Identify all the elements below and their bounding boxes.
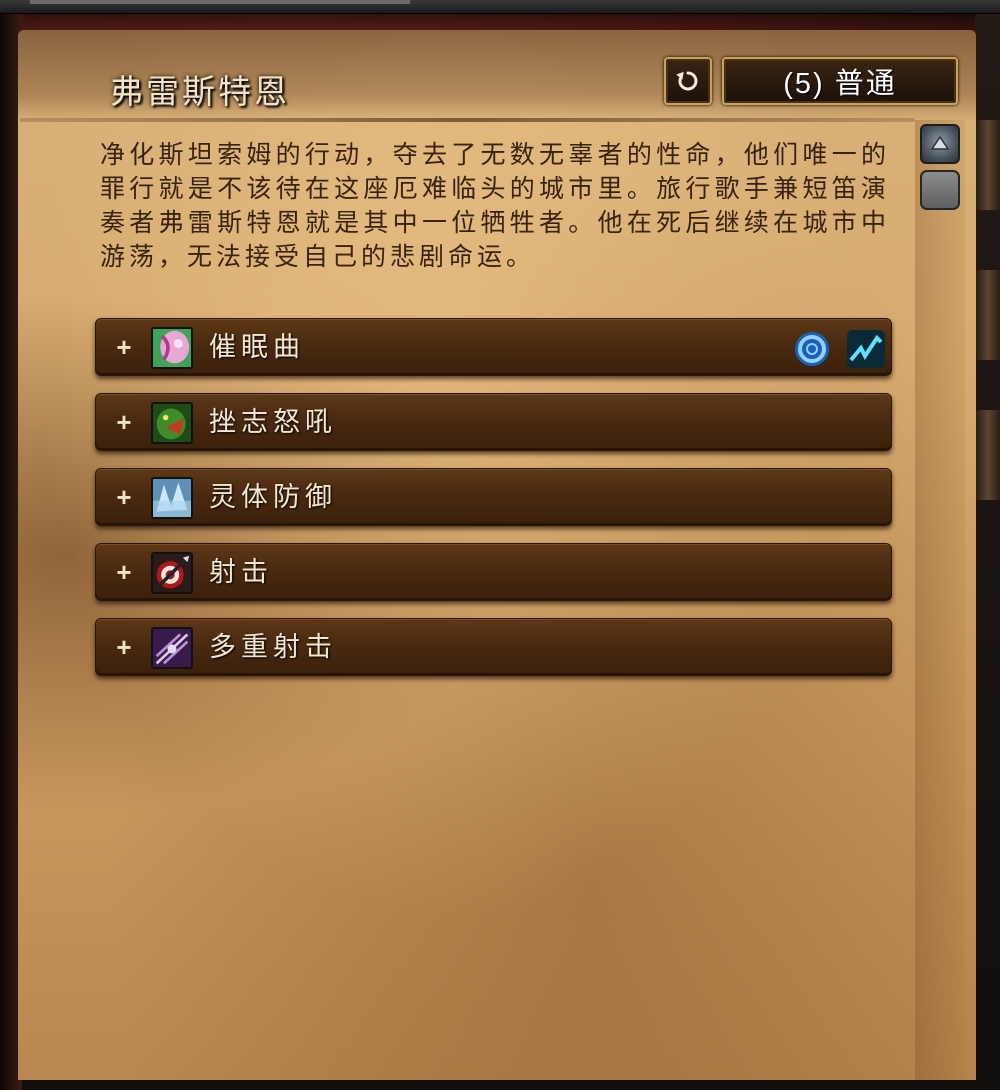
encounter-description: 净化斯坦索姆的行动，夺去了无数无辜者的性命，他们唯一的罪行就是不该待在这座厄难临… [100, 140, 890, 271]
expand-icon[interactable]: + [112, 333, 136, 361]
side-tab-abilities[interactable] [976, 270, 1000, 360]
magic-dispel-icon [793, 330, 831, 368]
shoot-icon [151, 552, 193, 594]
ability-row[interactable]: + 催眠曲 [95, 318, 892, 376]
expand-icon[interactable]: + [112, 633, 136, 661]
spirit-defense-icon [151, 477, 193, 519]
expand-icon[interactable]: + [112, 558, 136, 586]
difficulty-button[interactable]: (5) 普通 [722, 57, 958, 105]
ability-name: 灵体防御 [209, 482, 337, 513]
ability-row[interactable]: + 挫志怒吼 [95, 393, 892, 451]
lullaby-icon [151, 327, 193, 369]
reset-button[interactable] [664, 57, 712, 105]
scroll-up-button[interactable] [920, 124, 960, 164]
ability-name: 多重射击 [209, 632, 337, 663]
side-tab-overview[interactable] [976, 120, 1000, 210]
ability-row[interactable]: + 多重射击 [95, 618, 892, 676]
expand-icon[interactable]: + [112, 408, 136, 436]
reset-icon [676, 71, 698, 91]
demoralizing-shout-icon [151, 402, 193, 444]
window-top-highlight [30, 0, 410, 4]
encounter-title: 弗雷斯特恩 [110, 72, 290, 111]
side-tab-loot[interactable] [976, 410, 1000, 500]
ability-name: 催眠曲 [209, 332, 305, 363]
ability-name: 挫志怒吼 [209, 407, 337, 438]
ability-name: 射击 [209, 557, 273, 588]
scrollbar-thumb[interactable] [920, 170, 960, 210]
ability-row[interactable]: + 射击 [95, 543, 892, 601]
multishot-icon [151, 627, 193, 669]
interrupt-icon [847, 330, 885, 368]
arrow-up-icon [930, 135, 950, 150]
header-divider [20, 118, 915, 122]
scrollbar-track[interactable] [915, 120, 965, 1080]
expand-icon[interactable]: + [112, 483, 136, 511]
ability-row[interactable]: + 灵体防御 [95, 468, 892, 526]
